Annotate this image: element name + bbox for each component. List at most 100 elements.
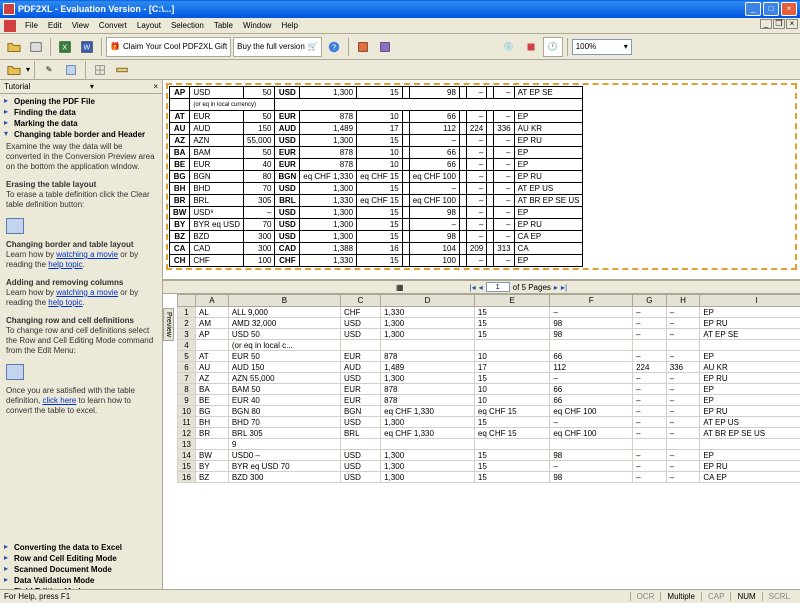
tutorial-item[interactable]: Opening the PDF File [2, 96, 160, 107]
menu-edit[interactable]: Edit [43, 21, 67, 30]
table-row[interactable]: 1ALALL 9,000CHF1,33015–––EP [178, 307, 800, 318]
zoom-combo[interactable]: 100%▾ [572, 39, 632, 55]
ruler-button[interactable] [112, 60, 132, 80]
preview-grid[interactable]: ABCDEFGHI1ALALL 9,000CHF1,33015–––EP2AMA… [177, 294, 800, 483]
table-row[interactable]: 15BYBYR eq USD 70USD1,30015–––EP RU [178, 461, 800, 472]
table-row[interactable]: CACAD300CAD1,38816104209313CA [170, 243, 583, 255]
menu-help[interactable]: Help [276, 21, 302, 30]
tool-b-button[interactable] [375, 37, 395, 57]
table-row[interactable]: 11BHBHD 70USD1,30015–––AT EP US [178, 417, 800, 428]
table-row[interactable]: 10BGBGN 80BGNeq CHF 1,330eq CHF 15eq CHF… [178, 406, 800, 417]
grid-button[interactable] [90, 60, 110, 80]
open-button[interactable] [4, 37, 24, 57]
table-row[interactable]: 5ATEUR 50EUR8781066––EP [178, 351, 800, 362]
tutorial-item[interactable]: Finding the data [2, 107, 160, 118]
pager-next-button[interactable]: ▸ [554, 283, 558, 292]
menu-table[interactable]: Table [209, 21, 238, 30]
grid-icon[interactable]: ▦ [396, 283, 404, 292]
scan-button[interactable] [26, 37, 46, 57]
col-header[interactable]: G [633, 295, 667, 307]
col-header[interactable]: B [228, 295, 340, 307]
table-row[interactable]: ATEUR50EUR8781066––EP [170, 111, 583, 123]
pdf-preview-pane[interactable]: APUSD50USD1,3001598––AT EP SE(or eq in l… [163, 80, 800, 280]
tool-a-button[interactable] [353, 37, 373, 57]
table-row[interactable]: 4(or eq in local c... [178, 340, 800, 351]
table-row[interactable]: CHCHF100CHF1,33015100––EP [170, 255, 583, 267]
stop-button[interactable] [521, 37, 541, 57]
table-row[interactable]: BABAM50EUR8781066––EP [170, 147, 583, 159]
table-row[interactable]: 16BZBZD 300USD1,3001598––CA EP [178, 472, 800, 483]
watch-movie-link[interactable]: watching a movie [56, 250, 118, 259]
table-row[interactable]: BYBYR eq USD70USD1,30015–––EP RU [170, 219, 583, 231]
close-button[interactable]: × [781, 2, 797, 16]
tutorial-item[interactable]: Row and Cell Editing Mode [2, 553, 160, 564]
table-row[interactable]: 12BRBRL 305BRLeq CHF 1,330eq CHF 15eq CH… [178, 428, 800, 439]
tutorial-item[interactable]: Converting the data to Excel [2, 542, 160, 553]
pager-first-button[interactable]: |◂ [470, 283, 476, 292]
col-header[interactable]: H [666, 295, 700, 307]
col-header[interactable]: I [700, 295, 800, 307]
cd-button[interactable]: 💿 [499, 37, 519, 57]
table-row[interactable]: 8BABAM 50EUR8781066––EP [178, 384, 800, 395]
col-header[interactable]: E [474, 295, 549, 307]
mdi-close-button[interactable]: × [786, 19, 798, 29]
tutorial-item[interactable]: Scanned Document Mode [2, 564, 160, 575]
menu-file[interactable]: File [20, 21, 43, 30]
secondary-toolbar: ▾ ✎ [0, 60, 800, 80]
pdf-table[interactable]: APUSD50USD1,3001598––AT EP SE(or eq in l… [169, 86, 583, 267]
table-row[interactable]: AZAZN55,000USD1,30015–––EP RU [170, 135, 583, 147]
table-row[interactable]: AUAUD150AUD1,48917112224336AU KR [170, 123, 583, 135]
tutorial-item[interactable]: Data Validation Mode [2, 575, 160, 586]
preview-tab[interactable]: Preview [163, 308, 174, 341]
table-row[interactable]: BRBRL305BRL1,330eq CHF 15eq CHF 100––AT … [170, 195, 583, 207]
col-header[interactable]: F [550, 295, 633, 307]
menu-view[interactable]: View [67, 21, 94, 30]
table-row[interactable]: BEEUR40EUR8781066––EP [170, 159, 583, 171]
table-row[interactable]: 14BWUSD0 –USD1,3001598––EP [178, 450, 800, 461]
table-row[interactable]: 6AUAUD 150AUD1,48917112224336AU KR [178, 362, 800, 373]
tutorial-item[interactable]: Field Editing Mode [2, 586, 160, 589]
table-row[interactable]: 7AZAZN 55,000USD1,30015–––EP RU [178, 373, 800, 384]
mdi-min-button[interactable]: _ [760, 19, 772, 29]
pager-page-input[interactable] [486, 282, 510, 292]
close-sidebar-button[interactable]: × [153, 82, 158, 91]
excel-button[interactable]: X [55, 37, 75, 57]
mdi-restore-button[interactable]: ❐ [773, 19, 785, 29]
clock-button[interactable]: 🕐 [543, 37, 563, 57]
excel-preview-pane[interactable]: Preview ABCDEFGHI1ALALL 9,000CHF1,33015–… [163, 294, 800, 589]
maximize-button[interactable]: □ [763, 2, 779, 16]
buy-promo-button[interactable]: Buy the full version🛒 [233, 37, 322, 57]
help-button[interactable]: ? [324, 37, 344, 57]
tutorial-item[interactable]: Marking the data [2, 118, 160, 129]
col-header[interactable]: D [381, 295, 475, 307]
gift-promo-button[interactable]: 🎁Claim Your Cool PDF2XL Gift [106, 37, 231, 57]
preview-button[interactable] [61, 60, 81, 80]
menu-convert[interactable]: Convert [94, 21, 132, 30]
table-row[interactable]: 2AMAMD 32,000USD1,3001598––EP RU [178, 318, 800, 329]
table-row[interactable]: BWUSD⁹–USD1,3001598––EP [170, 207, 583, 219]
table-row[interactable]: 139 [178, 439, 800, 450]
folder-button[interactable] [4, 60, 24, 80]
menu-window[interactable]: Window [238, 21, 276, 30]
chevron-down-icon[interactable]: ▾ [26, 65, 30, 74]
menu-selection[interactable]: Selection [166, 21, 209, 30]
minimize-button[interactable]: _ [745, 2, 761, 16]
table-row[interactable]: 9BEEUR 40EUR8781066––EP [178, 395, 800, 406]
word-button[interactable]: W [77, 37, 97, 57]
table-row[interactable]: APUSD50USD1,3001598––AT EP SE [170, 87, 583, 99]
pager-last-button[interactable]: ▸| [561, 283, 567, 292]
col-header[interactable]: A [196, 295, 229, 307]
col-header[interactable] [178, 295, 196, 307]
edit-button[interactable]: ✎ [39, 60, 59, 80]
help-topic-link[interactable]: help topic [48, 260, 82, 269]
tutorial-item[interactable]: Changing table border and Header [2, 129, 160, 140]
table-row[interactable]: BGBGN80BGNeq CHF 1,330eq CHF 15eq CHF 10… [170, 171, 583, 183]
menu-layout[interactable]: Layout [132, 21, 166, 30]
col-header[interactable]: C [340, 295, 380, 307]
table-row[interactable]: BZBZD300USD1,3001598––CA EP [170, 231, 583, 243]
table-row[interactable]: 3APUSD 50USD1,3001598––AT EP SE [178, 329, 800, 340]
click-here-link[interactable]: click here [42, 396, 76, 405]
table-row[interactable]: BHBHD70USD1,30015–––AT EP US [170, 183, 583, 195]
chevron-down-icon[interactable]: ▾ [90, 82, 94, 91]
pager-prev-button[interactable]: ◂ [479, 283, 483, 292]
